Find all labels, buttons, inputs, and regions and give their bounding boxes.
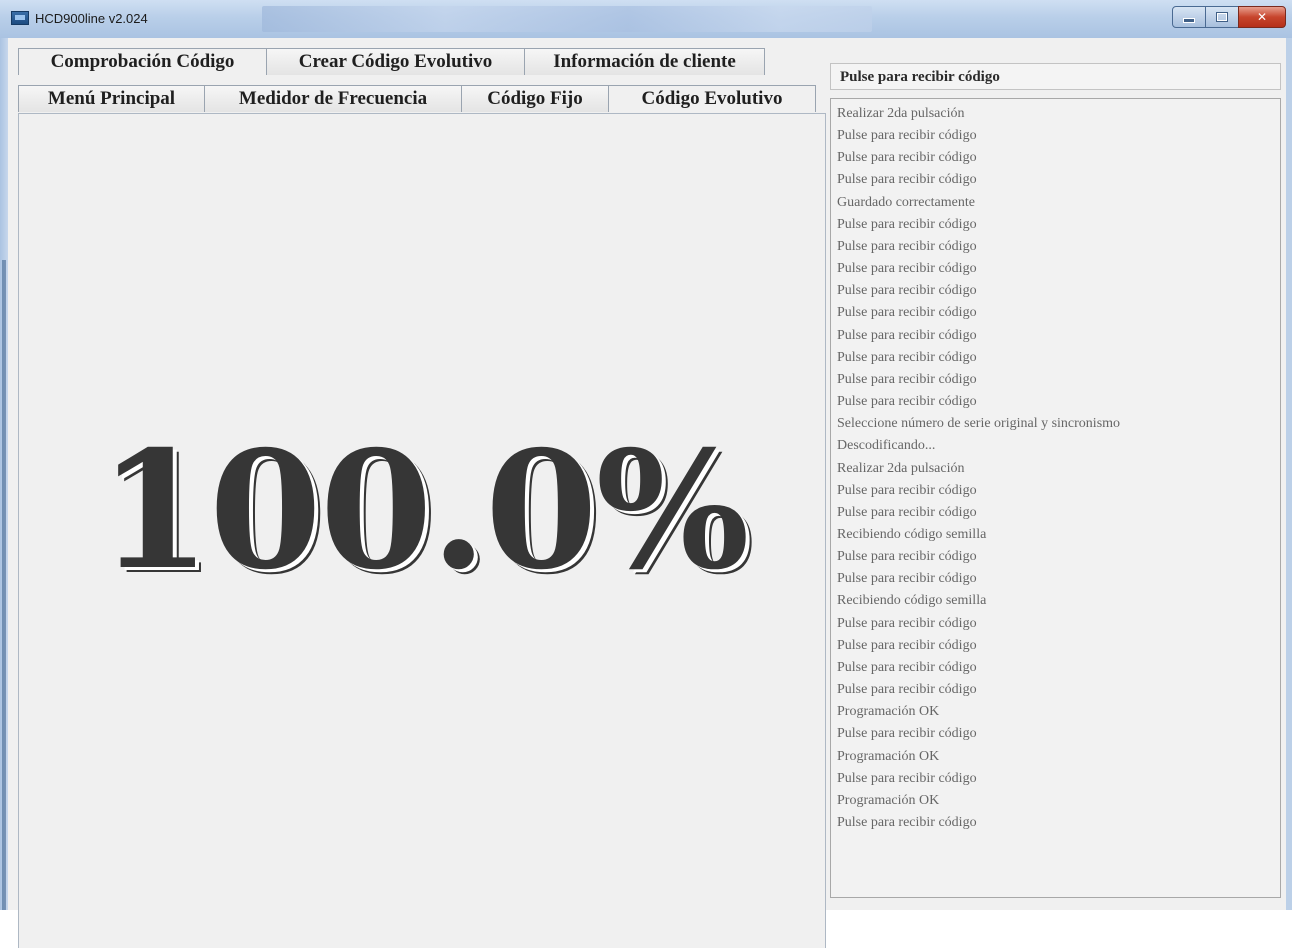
status-field: Pulse para recibir código	[830, 63, 1281, 90]
status-text: Pulse para recibir código	[840, 69, 1000, 85]
tab-crear-codigo-evolutivo[interactable]: Crear Código Evolutivo	[266, 48, 525, 75]
log-item: Pulse para recibir código	[837, 815, 977, 830]
log-item: Pulse para recibir código	[837, 305, 977, 321]
log-item: Pulse para recibir código	[837, 682, 977, 698]
close-button[interactable]: ✕	[1238, 6, 1286, 28]
tab-content-panel: 100.0%	[18, 113, 826, 948]
log-item: Pulse para recibir código	[837, 349, 977, 365]
log-item: Programación OK	[837, 748, 940, 764]
log-item: Programación OK	[837, 704, 940, 720]
log-item: Pulse para recibir código	[837, 549, 977, 565]
log-item: Pulse para recibir código	[837, 770, 977, 786]
log-item: Guardado correctamente	[837, 194, 975, 210]
log-item: Pulse para recibir código	[837, 659, 977, 675]
log-item: Pulse para recibir código	[837, 726, 977, 742]
log-item: Pulse para recibir código	[837, 615, 977, 631]
log-item: Pulse para recibir código	[837, 128, 977, 144]
tab-codigo-evolutivo[interactable]: Código Evolutivo	[608, 85, 816, 112]
title-bar[interactable]: HCD900line v2.024 ✕	[0, 0, 1292, 38]
log-item: Descodificando...	[837, 438, 936, 454]
log-item: Realizar 2da pulsación	[837, 106, 965, 121]
log-item: Pulse para recibir código	[837, 327, 977, 343]
log-item: Pulse para recibir código	[837, 238, 977, 254]
app-icon[interactable]	[11, 11, 29, 25]
client-area: Comprobación Código Crear Código Evoluti…	[8, 38, 1286, 948]
tab-informacion-cliente[interactable]: Información de cliente	[524, 48, 765, 75]
maximize-button[interactable]	[1205, 6, 1239, 28]
tab-codigo-fijo[interactable]: Código Fijo	[461, 85, 609, 112]
log-item: Pulse para recibir código	[837, 571, 977, 587]
log-item: Seleccione número de serie original y si…	[837, 416, 1121, 432]
log-item: Pulse para recibir código	[837, 261, 977, 277]
minimize-button[interactable]	[1172, 6, 1206, 28]
log-item: Pulse para recibir código	[837, 482, 977, 498]
title-bar-glass	[262, 6, 872, 32]
log-item: Recibiendo código semilla	[837, 526, 987, 542]
message-log[interactable]: Realizar 2da pulsación Pulse para recibir…	[830, 98, 1281, 898]
log-item: Pulse para recibir código	[837, 637, 977, 653]
log-item: Realizar 2da pulsación	[837, 460, 965, 476]
log-item: Pulse para recibir código	[837, 216, 977, 232]
close-icon: ✕	[1256, 10, 1268, 24]
log-item: Pulse para recibir código	[837, 504, 977, 520]
log-item: Pulse para recibir código	[837, 150, 977, 166]
log-item: Pulse para recibir código	[837, 371, 977, 387]
minimize-icon	[1183, 18, 1195, 23]
tab-comprobacion-codigo[interactable]: Comprobación Código	[18, 48, 267, 75]
message-log-list: Realizar 2da pulsación Pulse para recibir…	[837, 103, 1280, 834]
window-left-border	[0, 38, 8, 910]
log-item: Pulse para recibir código	[837, 172, 977, 188]
log-item: Programación OK	[837, 792, 940, 808]
progress-percentage: 100.0%	[98, 416, 749, 606]
tab-medidor-frecuencia[interactable]: Medidor de Frecuencia	[204, 85, 462, 112]
log-item: Recibiendo código semilla	[837, 593, 987, 609]
window-title: HCD900line v2.024	[35, 11, 148, 26]
log-item: Pulse para recibir código	[837, 283, 977, 299]
maximize-icon	[1216, 12, 1228, 22]
tab-menu-principal[interactable]: Menú Principal	[18, 85, 205, 112]
app-window: HCD900line v2.024 ✕ Comprobación Código …	[0, 0, 1292, 948]
log-item: Pulse para recibir código	[837, 394, 977, 410]
